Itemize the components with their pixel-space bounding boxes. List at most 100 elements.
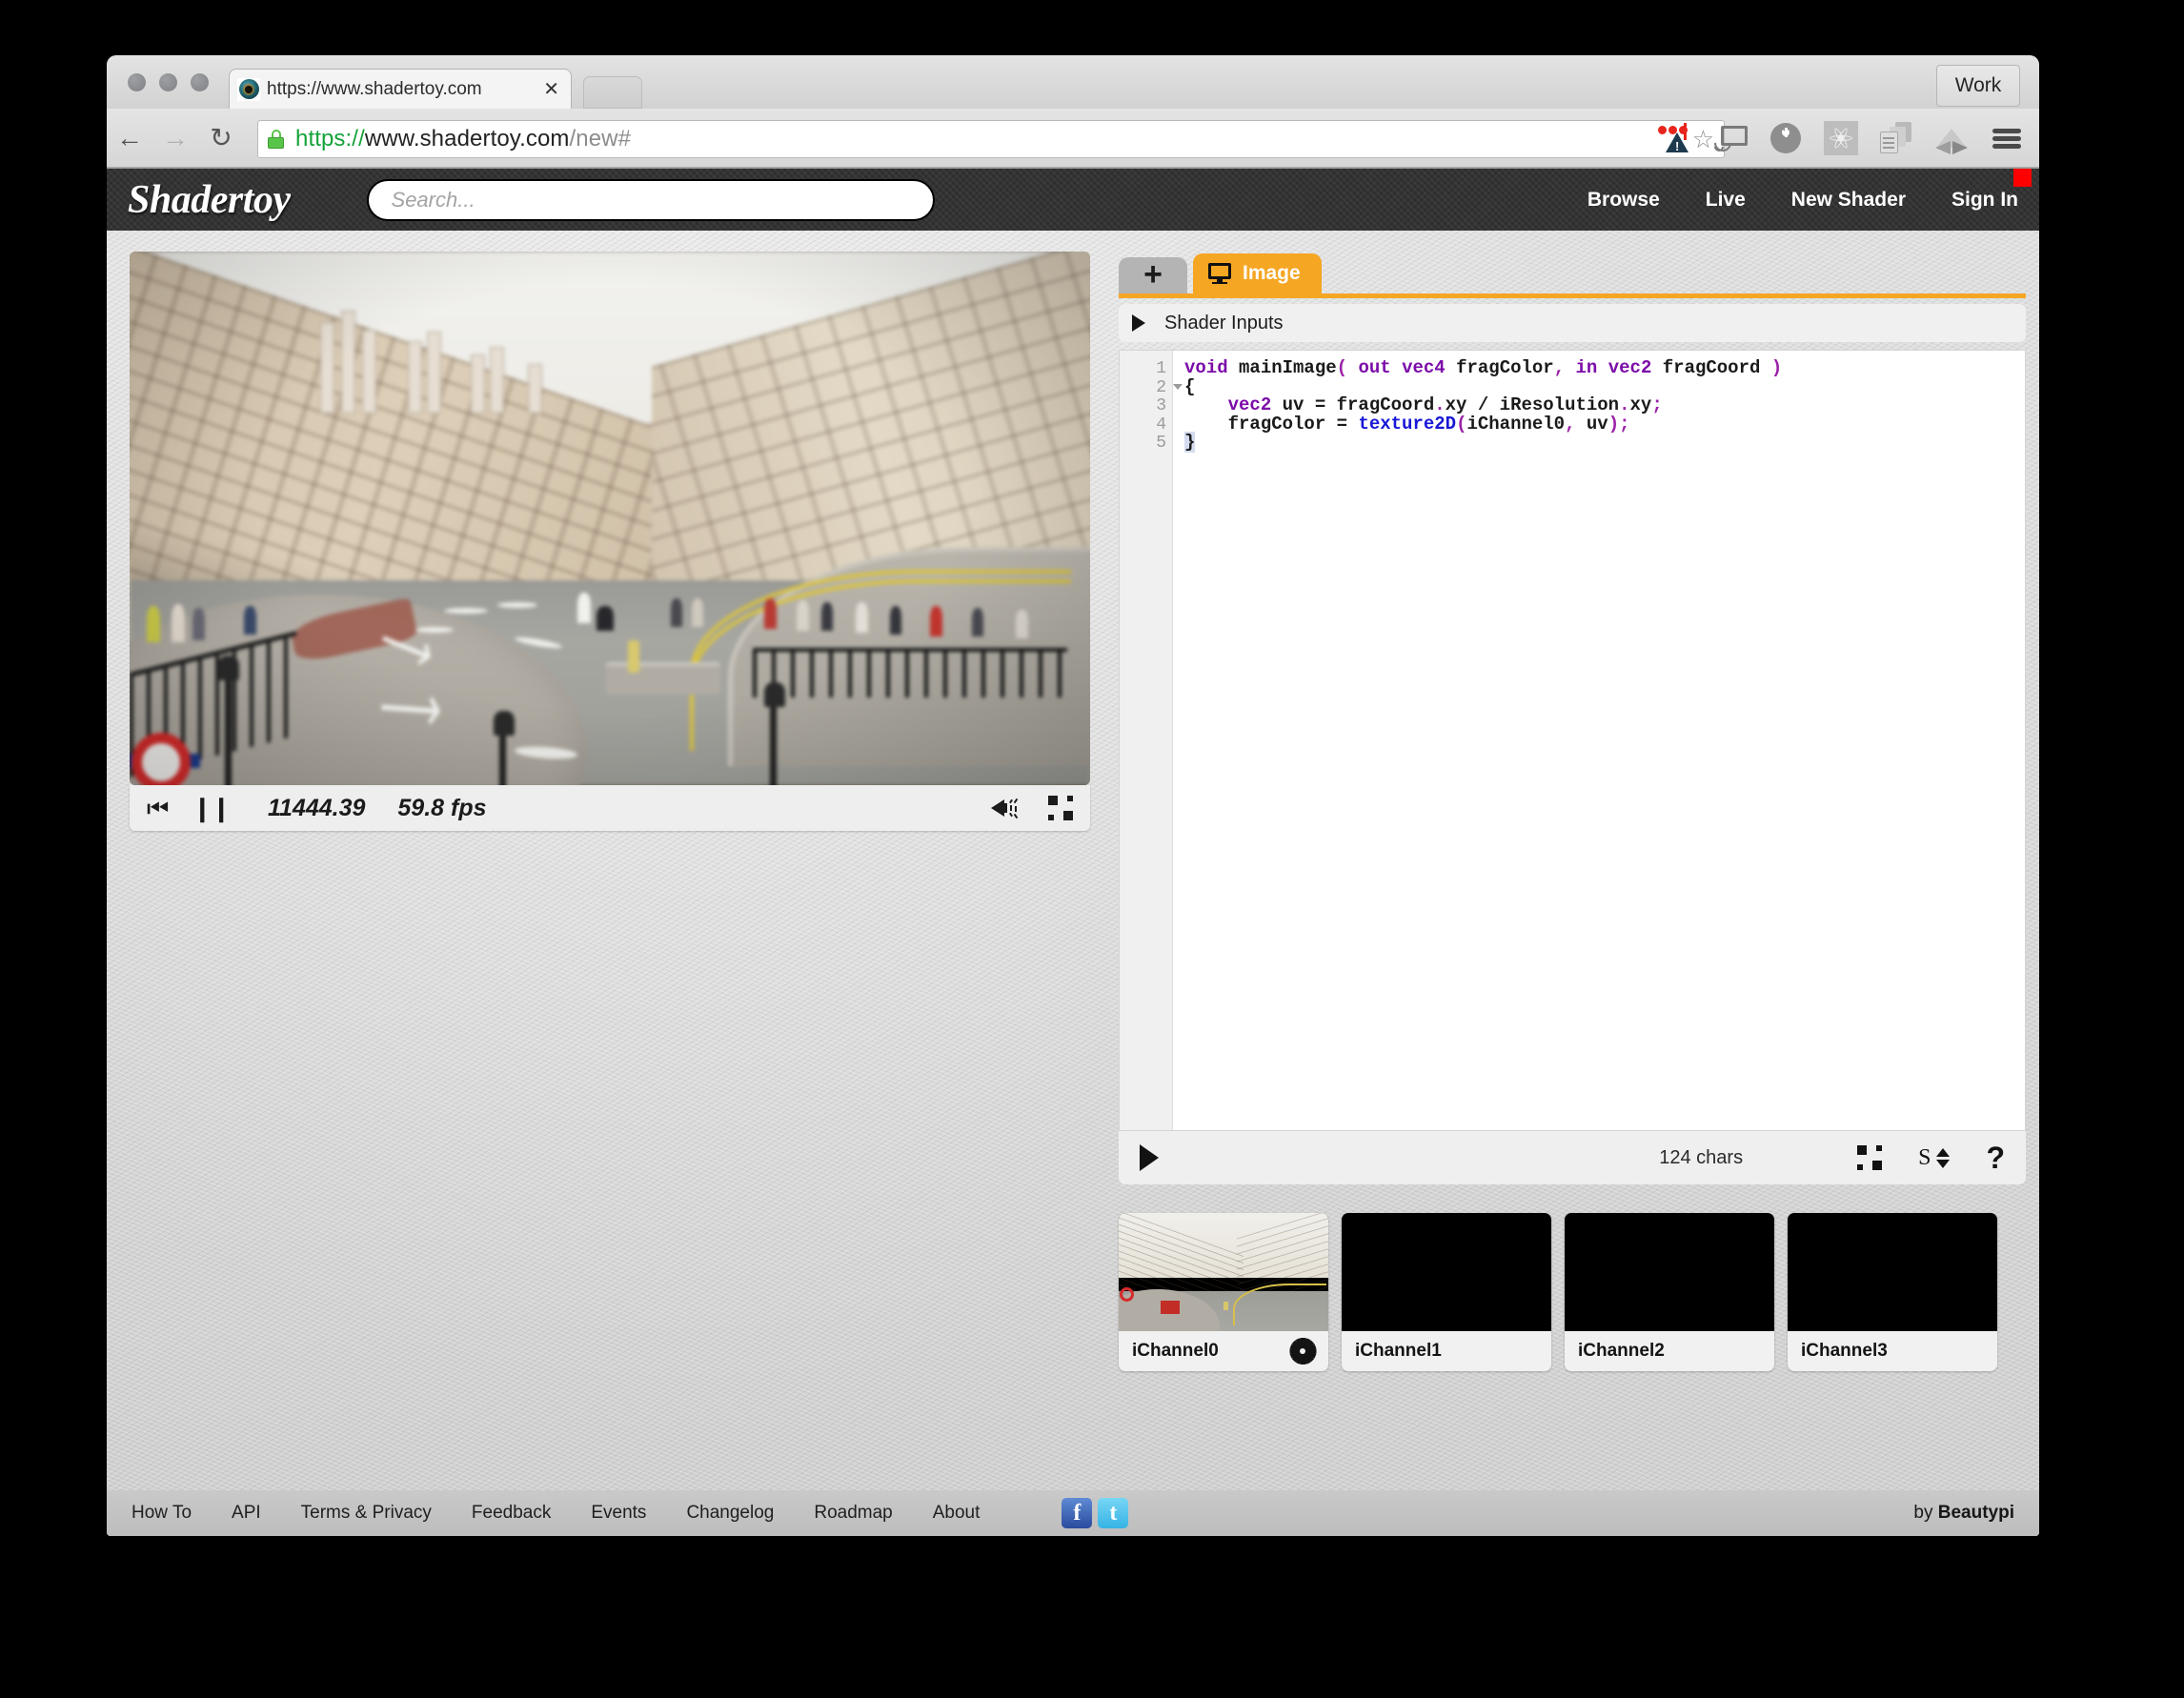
footer-link-feedback[interactable]: Feedback bbox=[472, 1503, 551, 1524]
chevron-right-icon bbox=[1132, 314, 1145, 332]
google-drive-icon[interactable] bbox=[1934, 121, 1969, 155]
ichannel-thumbnail-texture[interactable] bbox=[1119, 1213, 1328, 1331]
copy-documents-extension-icon[interactable] bbox=[1879, 121, 1913, 155]
search-input[interactable] bbox=[366, 178, 935, 221]
code-line: } bbox=[1184, 432, 1196, 453]
ichannel-card[interactable]: iChannel0 bbox=[1119, 1213, 1328, 1371]
power-extension-icon[interactable] bbox=[1769, 121, 1803, 155]
tab-underline bbox=[1119, 293, 2026, 298]
code-text[interactable]: void mainImage( out vec4 fragColor, in v… bbox=[1173, 351, 2025, 1130]
ichannel-label: iChannel1 bbox=[1355, 1341, 1442, 1361]
footer-link-how-to[interactable]: How To bbox=[131, 1503, 192, 1524]
url-scheme: https:// bbox=[295, 126, 365, 152]
line-number-gutter: 12345 bbox=[1120, 351, 1183, 1130]
new-tab-button[interactable] bbox=[583, 76, 642, 109]
footer-links: How To API Terms & Privacy Feedback Even… bbox=[131, 1498, 1129, 1528]
browser-tab[interactable]: https://www.shadertoy.com ✕ bbox=[229, 69, 572, 109]
site-footer: How To API Terms & Privacy Feedback Even… bbox=[107, 1490, 2039, 1536]
line-number: 1 bbox=[1156, 359, 1166, 378]
browser-tab-title: https://www.shadertoy.com bbox=[267, 78, 482, 99]
ichannel-caption: iChannel2 bbox=[1565, 1331, 1774, 1371]
window-controls[interactable] bbox=[128, 73, 209, 91]
browser-window: https://www.shadertoy.com ✕ Work ← → ↻ h… bbox=[107, 55, 2039, 1536]
browser-tab-strip: https://www.shadertoy.com ✕ Work bbox=[107, 55, 2039, 109]
footer-link-roadmap[interactable]: Roadmap bbox=[814, 1503, 892, 1524]
credit-name: Beautypi bbox=[1937, 1503, 2014, 1523]
profile-work-button[interactable]: Work bbox=[1936, 65, 2020, 107]
maximize-window-button[interactable] bbox=[191, 73, 209, 91]
reset-time-icon[interactable]: ⏮ bbox=[147, 796, 169, 820]
footer-link-events[interactable]: Events bbox=[591, 1503, 646, 1524]
editor-footer: 124 chars S ? bbox=[1119, 1131, 2026, 1184]
compile-play-icon[interactable] bbox=[1140, 1144, 1159, 1171]
nav-link-live[interactable]: Live bbox=[1706, 189, 1746, 212]
minimize-window-button[interactable] bbox=[159, 73, 177, 91]
char-count: 124 chars bbox=[1659, 1146, 1744, 1168]
player-right-controls bbox=[991, 796, 1073, 820]
social-links: f t bbox=[1062, 1498, 1129, 1528]
footer-link-changelog[interactable]: Changelog bbox=[686, 1503, 774, 1524]
add-tab-button[interactable]: + bbox=[1119, 257, 1187, 293]
ichannel-thumbnail-empty[interactable] bbox=[1342, 1213, 1551, 1331]
shader-fps: 59.8 fps bbox=[397, 794, 487, 821]
shader-inputs-label: Shader Inputs bbox=[1164, 312, 1284, 334]
ichannel-row: iChannel0 iChannel1 iChannel2 iChannel3 bbox=[1119, 1213, 2026, 1371]
shadertoy-logo[interactable]: Shadertoy bbox=[128, 177, 291, 223]
dots-warning-extension-icon[interactable]: ! bbox=[1658, 121, 1692, 155]
fullscreen-icon[interactable] bbox=[1857, 1145, 1883, 1170]
shader-inputs-toggle[interactable]: Shader Inputs bbox=[1119, 304, 2026, 342]
address-bar[interactable]: https://www.shadertoy.com/new# ☆ bbox=[257, 120, 1725, 158]
facebook-icon[interactable]: f bbox=[1062, 1498, 1093, 1528]
nav-link-new-shader[interactable]: New Shader bbox=[1791, 189, 1906, 212]
ichannel-caption: iChannel3 bbox=[1788, 1331, 1997, 1371]
footer-link-terms[interactable]: Terms & Privacy bbox=[301, 1503, 432, 1524]
chrome-menu-icon[interactable] bbox=[1990, 121, 2024, 155]
help-icon[interactable]: ? bbox=[1986, 1142, 2005, 1173]
url-text: https://www.shadertoy.com/new# bbox=[295, 126, 631, 152]
ichannel-card[interactable]: iChannel2 bbox=[1565, 1213, 1774, 1371]
ichannel-label: iChannel0 bbox=[1132, 1341, 1219, 1361]
spinner-arrows-icon[interactable] bbox=[1936, 1147, 1951, 1168]
shader-time: 11444.39 bbox=[267, 794, 366, 821]
site-header: Shadertoy Browse Live New Shader Sign In bbox=[107, 168, 2039, 231]
shader-editor-column: + Image Shader Inputs 12345 void mainIma… bbox=[1119, 252, 2026, 1371]
pause-icon[interactable]: ❙❙ bbox=[192, 796, 232, 820]
nav-link-sign-in[interactable]: Sign In bbox=[1951, 189, 2018, 212]
tab-image[interactable]: Image bbox=[1193, 253, 1322, 293]
back-icon[interactable]: ← bbox=[107, 123, 152, 153]
ichannel-card[interactable]: iChannel1 bbox=[1342, 1213, 1551, 1371]
close-window-button[interactable] bbox=[128, 73, 146, 91]
footer-link-api[interactable]: API bbox=[232, 1503, 261, 1524]
ichannel-thumbnail-empty[interactable] bbox=[1565, 1213, 1774, 1331]
footer-link-about[interactable]: About bbox=[933, 1503, 981, 1524]
ichannel-thumbnail-empty[interactable] bbox=[1788, 1213, 1997, 1331]
main-nav: Browse Live New Shader Sign In bbox=[1587, 189, 2018, 212]
code-fold-icon[interactable] bbox=[1173, 383, 1183, 390]
nav-link-browse[interactable]: Browse bbox=[1587, 189, 1660, 212]
ichannel-caption: iChannel1 bbox=[1342, 1331, 1551, 1371]
ichannel-card[interactable]: iChannel3 bbox=[1788, 1213, 1997, 1371]
forward-icon[interactable]: → bbox=[152, 123, 198, 153]
gear-icon[interactable] bbox=[1289, 1338, 1317, 1364]
url-host: www.shadertoy.com bbox=[364, 126, 570, 152]
code-editor[interactable]: 12345 void mainImage( out vec4 fragColor… bbox=[1119, 350, 2026, 1131]
extension-toolbar: ! bbox=[1658, 109, 2024, 168]
twitter-icon[interactable]: t bbox=[1098, 1498, 1129, 1528]
cast-icon[interactable] bbox=[1710, 121, 1748, 155]
fullscreen-icon[interactable] bbox=[1048, 796, 1073, 820]
reload-icon[interactable]: ↻ bbox=[198, 122, 244, 153]
code-line: void mainImage( out vec4 fragColor, in v… bbox=[1184, 357, 1783, 378]
ichannel-label: iChannel3 bbox=[1801, 1341, 1888, 1361]
font-size-letter: S bbox=[1918, 1144, 1931, 1170]
tab-image-label: Image bbox=[1243, 262, 1301, 284]
line-number: 5 bbox=[1156, 434, 1166, 453]
shader-player-bar: ⏮ ❙❙ 11444.39 59.8 fps bbox=[130, 785, 1090, 831]
react-devtools-icon[interactable] bbox=[1824, 121, 1858, 155]
shader-canvas[interactable]: ⟶ ⟶ bbox=[130, 252, 1090, 785]
font-size-stepper[interactable]: S bbox=[1918, 1144, 1951, 1171]
mute-speaker-icon[interactable] bbox=[991, 796, 1020, 820]
recording-indicator bbox=[2013, 169, 2032, 187]
close-tab-icon[interactable]: ✕ bbox=[539, 80, 563, 99]
browser-nav-bar: ← → ↻ https://www.shadertoy.com/new# ☆ ! bbox=[107, 109, 2039, 168]
shader-preview-column: ⟶ ⟶ ⏮ ❙❙ 11444.39 59.8 fps bbox=[130, 252, 1090, 831]
